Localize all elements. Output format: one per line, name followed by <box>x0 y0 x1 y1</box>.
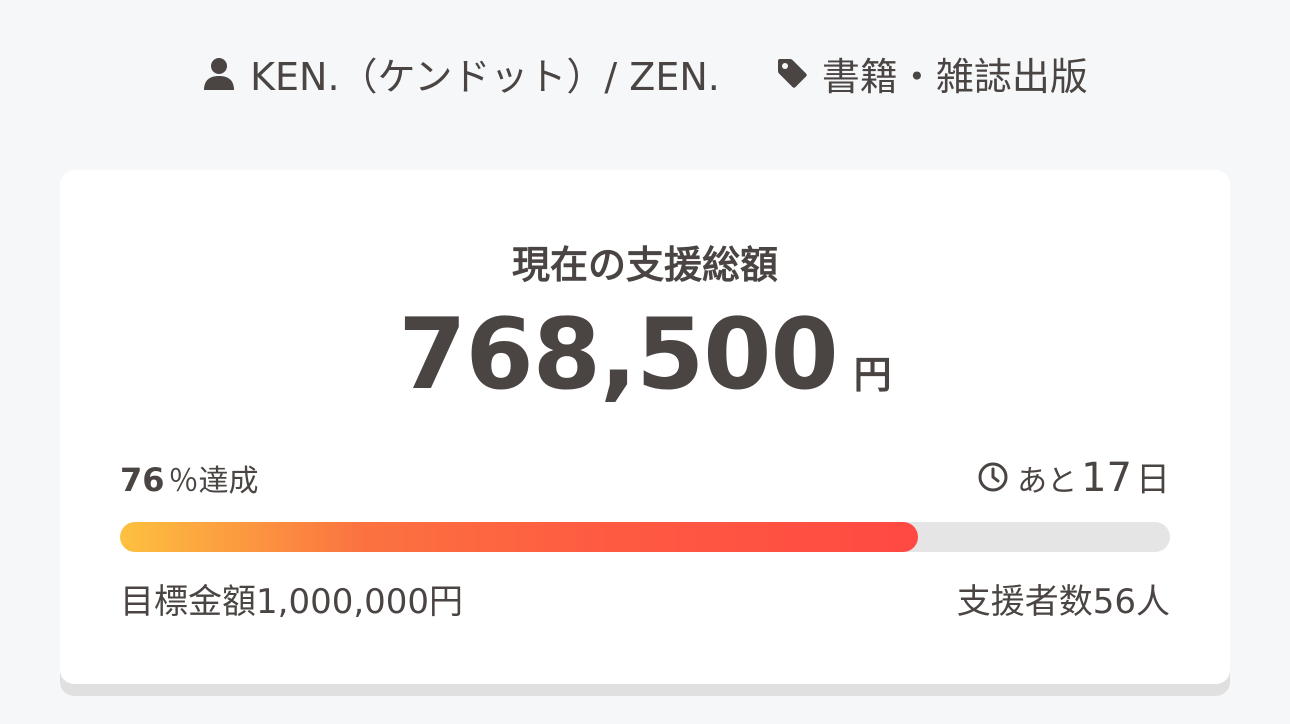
funding-amount: 768,500 円 <box>60 298 1230 418</box>
achievement-rate: 76 ％達成 <box>120 456 259 500</box>
target-value: 1,000,000円 <box>256 582 464 622</box>
category-link[interactable]: 書籍・雑誌出版 <box>822 46 1088 101</box>
progress-bar <box>120 522 1170 552</box>
remaining-time: あと 17 日 <box>977 452 1170 501</box>
amount-value: 768,500 <box>398 298 838 412</box>
tag-icon <box>776 57 808 89</box>
goal-stats: 目標金額 1,000,000円 支援者数 56人 <box>120 574 1170 624</box>
supporter-count: 支援者数 56人 <box>957 574 1170 623</box>
category-item: 書籍・雑誌出版 <box>776 46 1088 101</box>
project-meta: KEN.（ケンドット）/ ZEN. 書籍・雑誌出版 <box>0 44 1290 102</box>
supporters-value: 56人 <box>1092 582 1170 622</box>
achievement-percent: 76 <box>120 461 165 499</box>
remaining-unit: 日 <box>1136 460 1170 500</box>
achievement-suffix: ％達成 <box>168 464 259 499</box>
user-icon <box>202 56 236 90</box>
amount-currency: 円 <box>853 353 892 397</box>
supporters-label: 支援者数 <box>956 582 1093 622</box>
target-label: 目標金額 <box>120 582 256 622</box>
progress-fill <box>120 522 918 552</box>
author-item: KEN.（ケンドット）/ ZEN. <box>202 46 720 101</box>
remaining-days: 17 <box>1081 455 1132 501</box>
author-link[interactable]: KEN.（ケンドット）/ ZEN. <box>250 46 720 101</box>
funding-title: 現在の支援総額 <box>511 243 778 287</box>
clock-icon <box>977 461 1009 493</box>
progress-stats: 76 ％達成 あと 17 日 <box>120 452 1170 502</box>
target-amount: 目標金額 1,000,000円 <box>120 574 463 623</box>
funding-card: 現在の支援総額 768,500 円 76 ％達成 あと 17 日 目標金額 1,… <box>60 170 1230 684</box>
remaining-prefix: あと <box>1017 464 1078 499</box>
